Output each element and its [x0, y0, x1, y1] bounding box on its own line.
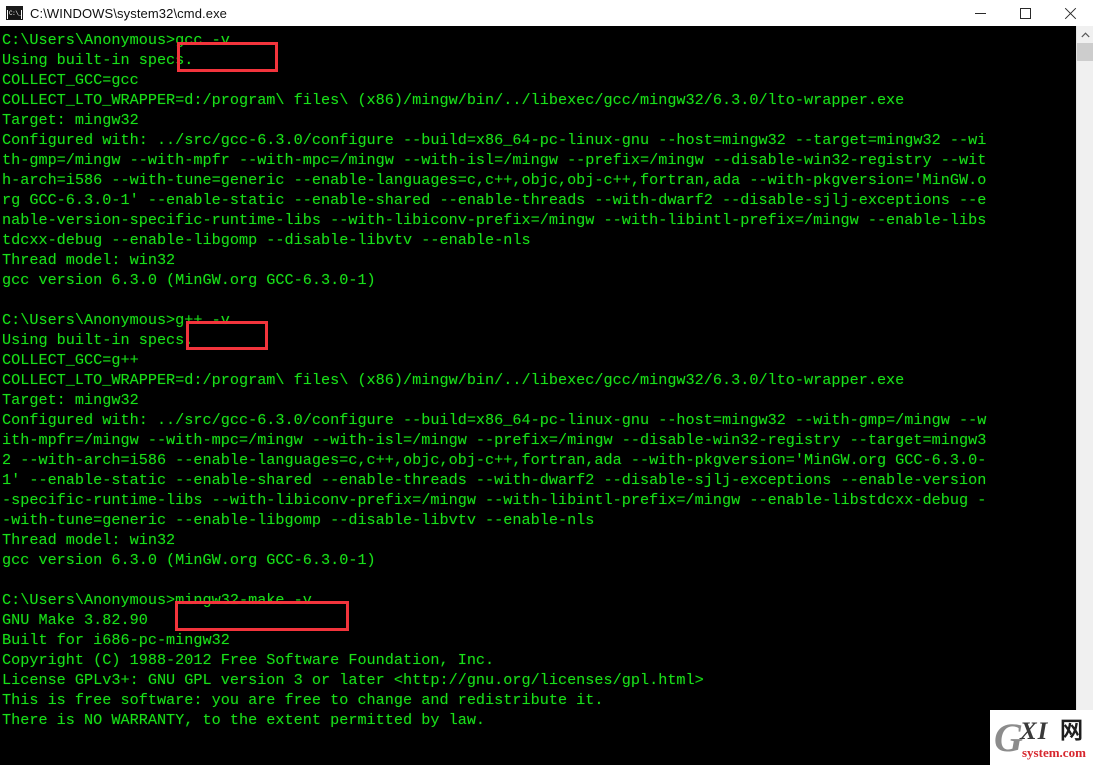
watermark-logo: G XI 网 system.com [994, 716, 1093, 765]
titlebar-left: C:\_ C:\WINDOWS\system32\cmd.exe [0, 6, 958, 21]
vertical-scrollbar[interactable] [1076, 26, 1093, 765]
scrollbar-thumb[interactable] [1077, 43, 1093, 61]
window-title: C:\WINDOWS\system32\cmd.exe [30, 5, 228, 21]
watermark-letters-xi: XI [1020, 718, 1049, 745]
close-button[interactable] [1048, 0, 1093, 26]
maximize-button[interactable] [1003, 0, 1048, 26]
cmd-icon-glyph: C:\_ [8, 10, 22, 19]
minimize-button[interactable] [958, 0, 1003, 26]
watermark-domain: system.com [1022, 745, 1086, 760]
watermark: G XI 网 system.com [990, 710, 1093, 765]
console-output-area[interactable]: C:\Users\Anonymous>gcc -v Using built-in… [0, 26, 1076, 765]
cmd-window: C:\_ C:\WINDOWS\system32\cmd.exe C:\User… [0, 0, 1093, 765]
titlebar[interactable]: C:\_ C:\WINDOWS\system32\cmd.exe [0, 0, 1093, 26]
scroll-up-arrow-icon[interactable] [1077, 26, 1093, 43]
console-text: C:\Users\Anonymous>gcc -v Using built-in… [2, 31, 987, 729]
window-controls [958, 0, 1093, 26]
watermark-cjk-char: 网 [1060, 718, 1083, 744]
cmd-icon: C:\_ [6, 6, 23, 20]
watermark-letter-g: G [994, 715, 1023, 760]
